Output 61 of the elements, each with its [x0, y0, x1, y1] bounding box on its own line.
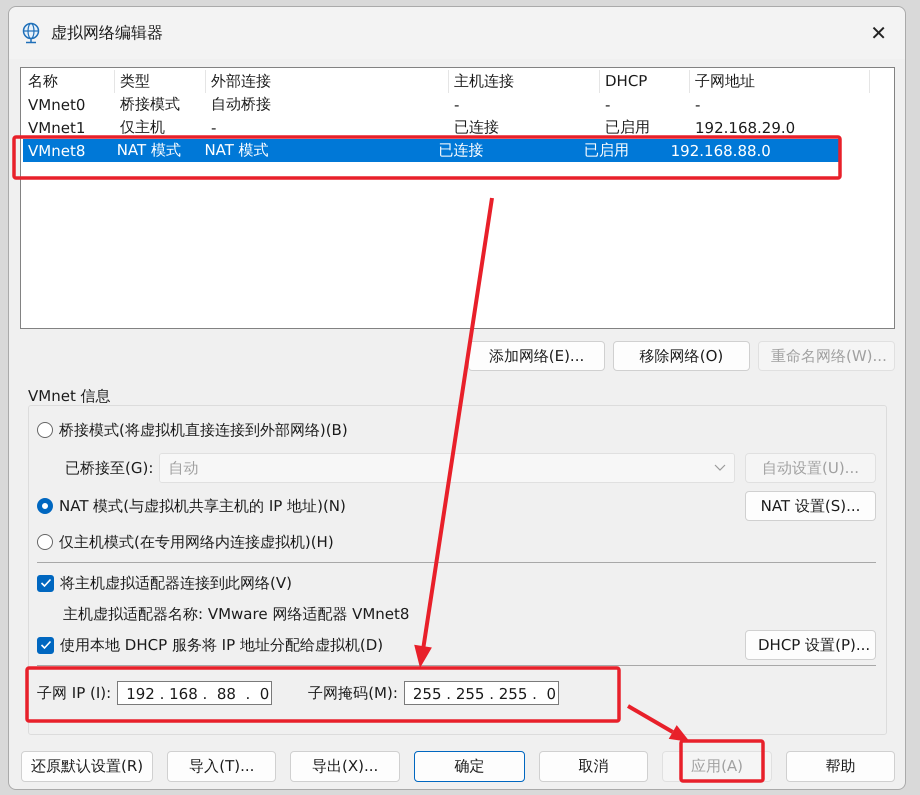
table-cell-text: NAT 模式 — [203, 141, 270, 160]
dialog-button[interactable]: 导出(X)... — [290, 751, 400, 782]
column-header[interactable]: 主机连接 — [449, 70, 600, 93]
dialog-button[interactable]: 导入(T)... — [167, 751, 276, 782]
list-action-button[interactable]: 移除网络(O) — [613, 341, 750, 371]
table-cell-text: 已连接 — [453, 118, 500, 137]
globe-icon — [21, 22, 41, 44]
column-header[interactable]: 名称 — [23, 70, 115, 93]
column-header[interactable]: 外部连接 — [206, 70, 449, 93]
table-cell-text: NAT 模式 — [116, 141, 182, 160]
table-cell-text: 192.168.88.0 — [670, 142, 772, 160]
column-header[interactable]: DHCP — [600, 70, 690, 93]
window-title: 虚拟网络编辑器 — [51, 22, 164, 44]
table-cell-text: VMnet1 — [27, 118, 86, 136]
table-cell-text: VMnet0 — [27, 96, 86, 114]
checkmark-icon — [40, 578, 52, 588]
column-header[interactable]: 子网地址 — [690, 70, 870, 93]
table-cell-text: 桥接模式 — [119, 95, 181, 114]
radio-button[interactable] — [37, 534, 53, 550]
checkmark-icon — [40, 640, 52, 650]
table-cell-text: 仅主机 — [119, 118, 166, 137]
close-button[interactable]: ✕ — [862, 17, 895, 49]
checkbox-label: 使用本地 DHCP 服务将 IP 地址分配给虚拟机(D) — [60, 636, 384, 654]
dialog-button[interactable]: 帮助 — [786, 751, 896, 782]
network-row[interactable]: VMnet0 桥接模式 自动桥接 - - - — [23, 93, 894, 116]
nat-settings-button[interactable]: NAT 设置(S)... — [745, 491, 876, 521]
network-row[interactable]: VMnet1 仅主机 - 已连接 已启用 192.168.29.0 — [23, 116, 894, 139]
table-cell-text: - — [694, 96, 702, 114]
column-header[interactable]: 类型 — [115, 70, 206, 93]
field-label: 已桥接至(G): — [65, 458, 154, 478]
radio-label: 桥接模式(将虚拟机直接连接到外部网络)(B) — [59, 420, 348, 440]
network-row[interactable]: VMnet8 NAT 模式 NAT 模式 已连接 已启用 192.168.88.0 — [23, 139, 839, 162]
radio-label: NAT 模式(与虚拟机共享主机的 IP 地址)(N) — [59, 496, 347, 516]
radio-button[interactable] — [37, 422, 53, 438]
table-cell-text: 192.168.29.0 — [694, 118, 796, 136]
adapter-name-text: 主机虚拟适配器名称: VMware 网络适配器 VMnet8 — [63, 604, 410, 624]
chevron-down-icon — [714, 464, 726, 472]
checkbox[interactable] — [37, 636, 54, 654]
radio-label: 仅主机模式(在专用网络内连接虚拟机)(H) — [59, 532, 334, 552]
dialog-button[interactable]: 取消 — [539, 751, 648, 782]
table-cell-text: - — [453, 96, 460, 114]
field-label: 子网掩码(M): — [308, 684, 398, 702]
checkbox-label: 将主机虚拟适配器连接到此网络(V) — [60, 574, 292, 592]
radio-button[interactable] — [37, 498, 53, 514]
table-cell-text: - — [210, 118, 218, 136]
arrow — [627, 704, 690, 742]
dialog-button[interactable]: 还原默认设置(R) — [21, 751, 154, 782]
table-cell-text: 自动桥接 — [210, 95, 272, 114]
table-cell-text: VMnet8 — [27, 142, 86, 160]
table-cell-text: 已启用 — [582, 141, 630, 160]
field-label: 子网 IP (I): — [37, 684, 112, 702]
subnet-mask-field[interactable]: 255 . 255 . 255 . 0 — [404, 681, 559, 705]
group-title: VMnet 信息 — [28, 387, 112, 405]
table-cell-text: 已启用 — [604, 118, 651, 137]
checkbox[interactable] — [37, 574, 54, 592]
dhcp-settings-button[interactable]: DHCP 设置(P)... — [745, 630, 876, 660]
dialog-button[interactable]: 确定 — [414, 751, 526, 782]
table-cell-text: 已连接 — [437, 141, 484, 160]
table-cell-text: - — [604, 96, 612, 114]
list-action-button[interactable]: 添加网络(E)... — [468, 341, 605, 371]
subnet-ip-field[interactable]: 192 . 168 . 88 . 0 — [117, 681, 272, 705]
